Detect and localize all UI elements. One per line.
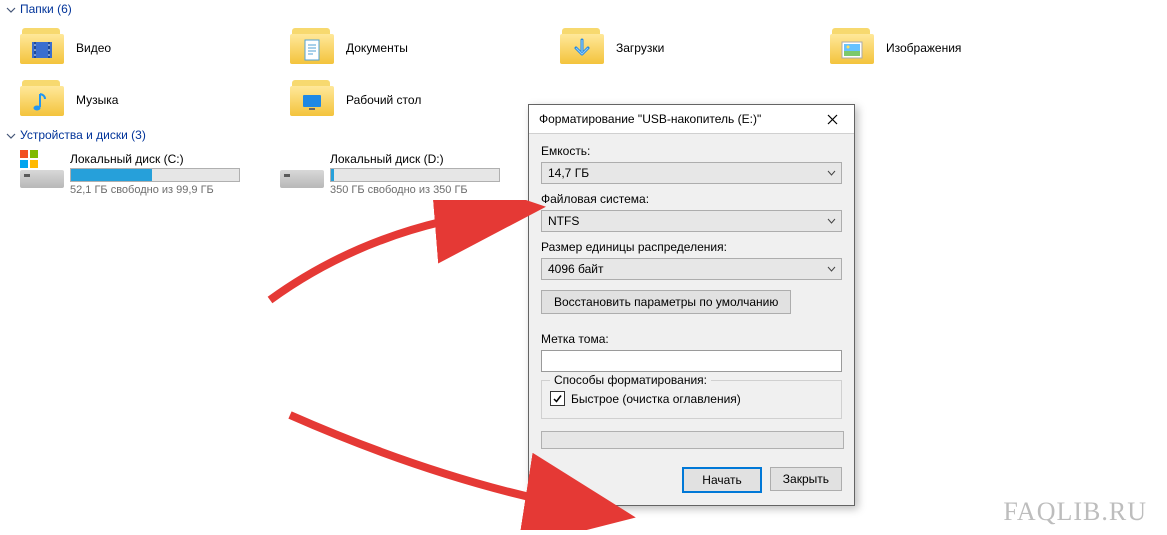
folder-label: Изображения [886,41,961,55]
format-progress-bar [541,431,844,449]
folder-item-video[interactable]: Видео [0,22,270,74]
folder-label: Музыка [76,93,118,107]
section-count: (3) [131,128,146,142]
filesystem-value: NTFS [548,214,579,228]
format-dialog: Форматирование "USB-накопитель (E:)" Емк… [528,104,855,506]
chevron-down-icon [6,130,16,140]
dropdown-arrow-icon [827,265,836,274]
label-filesystem: Файловая система: [541,192,842,206]
folder-icon [290,80,338,120]
capacity-value: 14,7 ГБ [548,166,589,180]
folder-label: Документы [346,41,408,55]
folder-item-music[interactable]: Музыка [0,74,270,126]
drive-icon [280,152,324,188]
quick-format-checkbox[interactable]: Быстрое (очистка оглавления) [550,391,833,406]
picture-icon [840,38,864,62]
close-icon [827,114,838,125]
label-volume: Метка тома: [541,332,842,346]
dialog-titlebar[interactable]: Форматирование "USB-накопитель (E:)" [529,105,854,134]
folder-icon [830,28,878,68]
allocation-value: 4096 байт [548,262,604,276]
section-title: Устройства и диски [20,128,128,142]
drive-name: Локальный диск (D:) [330,152,500,166]
annotation-arrow-icon [260,200,550,320]
document-icon [300,38,324,62]
windows-icon [20,150,38,168]
filesystem-select[interactable]: NTFS [541,210,842,232]
start-button[interactable]: Начать [682,467,762,493]
drive-free-text: 350 ГБ свободно из 350 ГБ [330,184,500,196]
folder-item-downloads[interactable]: Загрузки [540,22,810,74]
folder-item-images[interactable]: Изображения [810,22,1080,74]
groupbox-title: Способы форматирования: [550,373,711,387]
allocation-select[interactable]: 4096 байт [541,258,842,280]
drive-icon [20,152,64,188]
folder-item-desktop[interactable]: Рабочий стол [270,74,540,126]
dropdown-arrow-icon [827,169,836,178]
section-header-folders[interactable]: Папки (6) [0,0,1167,22]
music-note-icon [30,90,54,114]
close-button[interactable] [810,105,854,133]
checkbox-icon [550,391,565,406]
folder-icon [20,28,68,68]
label-capacity: Емкость: [541,144,842,158]
format-methods-group: Способы форматирования: Быстрое (очистка… [541,380,842,419]
drive-usage-bar [330,168,500,182]
watermark: FAQLIB.RU [1003,497,1147,527]
drive-item-c[interactable]: Локальный диск (C:) 52,1 ГБ свободно из … [0,148,260,200]
folder-item-documents[interactable]: Документы [270,22,540,74]
quick-format-label: Быстрое (очистка оглавления) [571,392,741,406]
folder-label: Загрузки [616,41,664,55]
dialog-title: Форматирование "USB-накопитель (E:)" [539,112,761,126]
close-dialog-button[interactable]: Закрыть [770,467,842,491]
volume-label-input[interactable] [541,350,842,372]
folder-icon [560,28,608,68]
drive-free-text: 52,1 ГБ свободно из 99,9 ГБ [70,184,240,196]
video-icon [30,38,54,62]
capacity-select[interactable]: 14,7 ГБ [541,162,842,184]
folder-icon [290,28,338,68]
folder-label: Видео [76,41,111,55]
drive-usage-bar [70,168,240,182]
desktop-icon [300,90,324,114]
drive-item-d[interactable]: Локальный диск (D:) 350 ГБ свободно из 3… [260,148,520,200]
restore-defaults-button[interactable]: Восстановить параметры по умолчанию [541,290,791,314]
section-count: (6) [57,2,72,16]
section-title: Папки [20,2,54,16]
folder-icon [20,80,68,120]
chevron-down-icon [6,4,16,14]
download-arrow-icon [570,38,594,62]
drive-name: Локальный диск (C:) [70,152,240,166]
dropdown-arrow-icon [827,217,836,226]
folder-label: Рабочий стол [346,93,421,107]
label-allocation: Размер единицы распределения: [541,240,842,254]
